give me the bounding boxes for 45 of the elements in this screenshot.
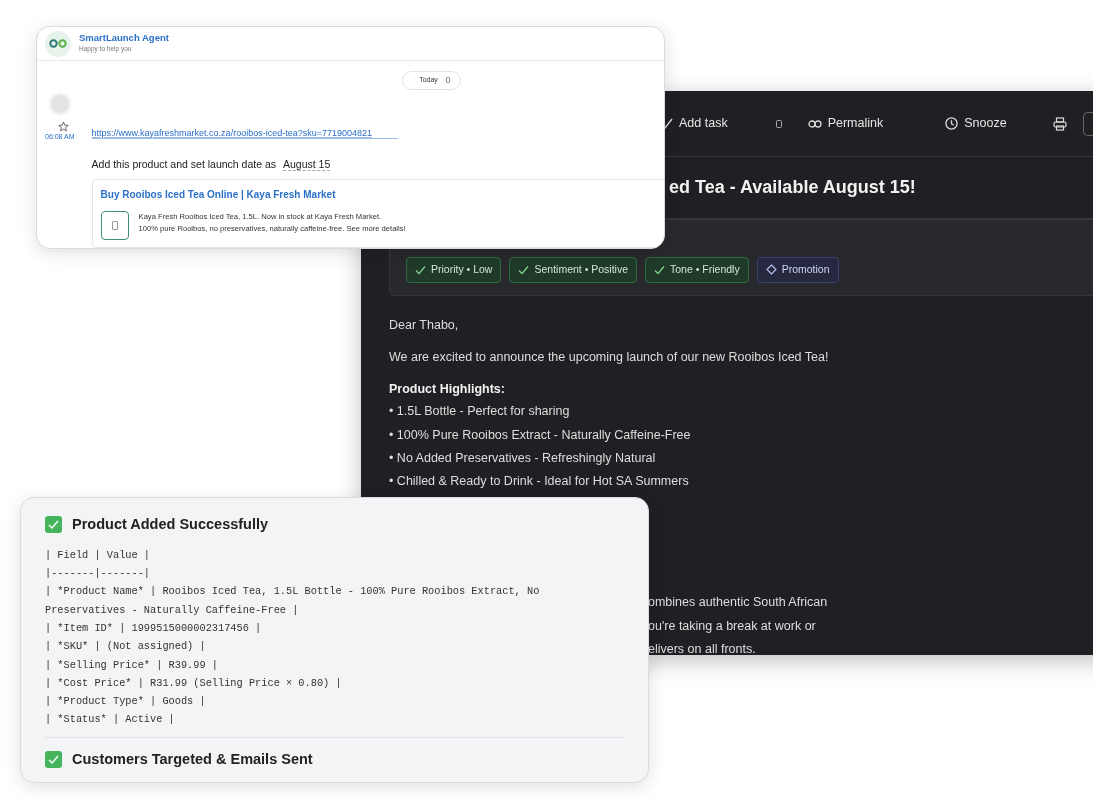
table-line: | *Product Type* | Goods | — [45, 694, 207, 710]
toolbar-button[interactable]: Add task — [661, 114, 728, 133]
check-icon — [654, 264, 665, 275]
table-line: | *Cost Price* | R31.99 (Selling Price × 0.80) | — [45, 675, 343, 691]
check-icon — [415, 264, 426, 275]
message-link[interactable]: https://www.kayafreshmarket.co.za/rooibos-iced-tea?sku=7719004821 — [91, 127, 398, 139]
email-text-line: ombines authentic South African — [648, 594, 829, 612]
avatar — [48, 92, 71, 115]
email-text-line: elivers on all fronts. — [648, 641, 757, 659]
bullet-item: • No Added Preservatives - Refreshingly Natural — [389, 449, 657, 467]
email-greeting: Dear Thabo, — [389, 317, 460, 334]
section-heading: Product Highlights: — [389, 380, 506, 398]
image-placeholder-icon — [100, 211, 129, 241]
result-title: Product Added Successfully — [72, 515, 269, 534]
result-title: Customers Targeted & Emails Sent — [72, 749, 313, 769]
toolbar-button[interactable] — [1082, 111, 1093, 136]
bullet-item: • Chilled & Ready to Drink - Ideal for Hot SA Summers — [389, 473, 690, 491]
table-line: |-------|-------| — [45, 566, 152, 582]
tag-icon — [765, 264, 777, 276]
printer-icon[interactable] — [1052, 116, 1067, 131]
bullet-item: • 100% Pure Rooibos Extract - Naturally Caffeine-Free — [389, 426, 692, 444]
email-text-line: ou're taking a break at work or — [648, 617, 817, 635]
preview-title[interactable]: Buy Rooibos Iced Tea Online | Kaya Fresh Market — [100, 187, 663, 203]
tag-chip[interactable]: Priority • Low — [406, 257, 502, 283]
toolbar-button[interactable]: Snooze — [945, 114, 1007, 133]
toolbar-button[interactable]: Permalink — [807, 114, 884, 133]
table-line: | *Item ID* | 1999515000002317456 | — [45, 620, 263, 636]
link-icon — [807, 119, 822, 128]
bullet-item: • 1.5L Bottle - Perfect for sharing — [389, 403, 571, 421]
message-text: Add this product and set launch date as August 15 — [91, 156, 332, 173]
table-line: | *Product Name* | Rooibos Iced Tea, 1.5L Bottle - 100% Pure Rooibos Extract, No Preservatives - Naturally Caffeine-Free | — [45, 584, 541, 618]
check-icon — [518, 264, 530, 275]
email-paragraph: We are excited to announce the upcoming launch of our new Rooibos Iced Tea! — [389, 348, 830, 366]
tag-chip[interactable]: Sentiment • Positive — [509, 257, 637, 283]
tag-chip[interactable]: Tone • Friendly — [645, 257, 749, 283]
table-line: | *Selling Price* | R39.99 | — [45, 657, 220, 673]
agent-name: SmartLaunch Agent — [79, 33, 169, 44]
star-icon[interactable] — [58, 120, 70, 132]
logo-icon — [45, 30, 71, 57]
placeholder-icon[interactable] — [775, 119, 782, 128]
tag-chip[interactable]: Promotion — [756, 257, 839, 283]
table-line: | *Status* | Active | — [45, 712, 176, 728]
table-line: | *SKU* | (Not assigned) | — [45, 639, 207, 655]
table-line: | Field | Value | — [45, 547, 152, 563]
clock-icon — [945, 117, 959, 130]
